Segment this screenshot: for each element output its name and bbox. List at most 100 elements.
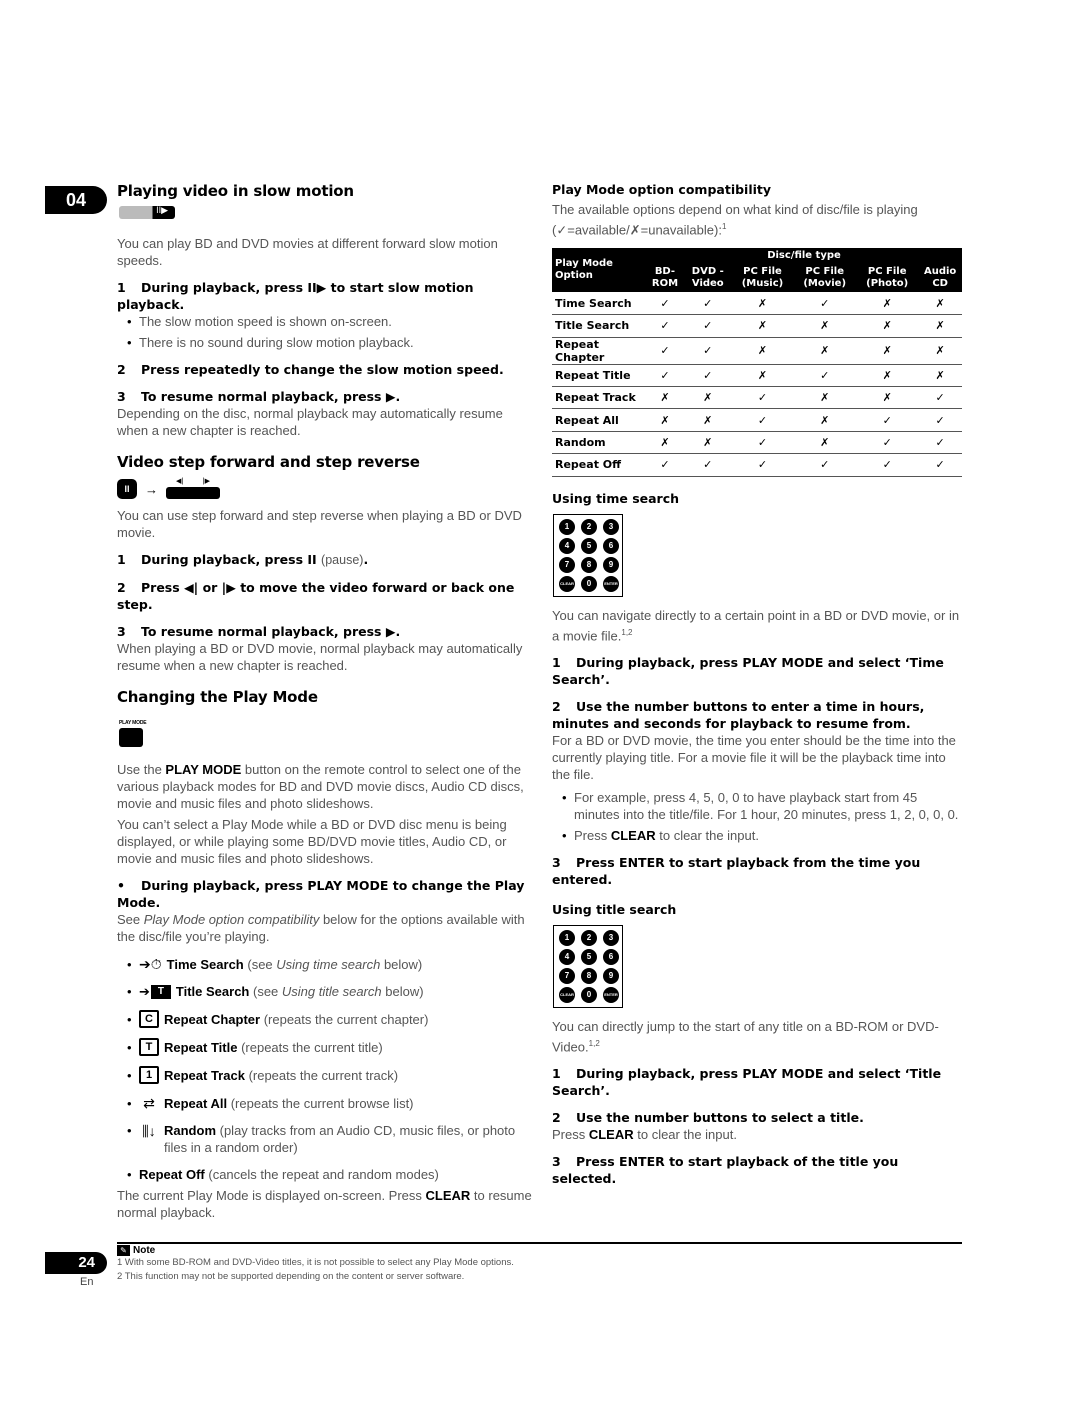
keypad-key: 2	[581, 929, 597, 946]
compatibility-legend: (✓=available/✗=unavailable):1	[552, 222, 727, 238]
unavailable-cross-icon: ✗	[918, 292, 962, 316]
unavailable-cross-icon: ✗	[793, 386, 857, 410]
mode-repeat-title: TRepeat Title (repeats the current title…	[117, 1038, 532, 1056]
unavailable-cross-icon: ✗	[683, 431, 732, 455]
available-check-icon: ✓	[731, 386, 794, 410]
keypad-key: 0	[581, 986, 597, 1003]
available-check-icon: ✓	[731, 431, 794, 455]
available-check-icon: ✓	[683, 364, 732, 388]
step-frame-step-1: 1 During playback, press II (pause).	[117, 552, 369, 567]
slow-motion-step-3-text: Depending on the disc, normal playback m…	[117, 406, 503, 438]
note-title: Note	[133, 1245, 156, 1256]
table-row: Time Search ✓ ✓ ✗ ✓ ✗ ✗	[552, 292, 962, 316]
pencil-note-icon: ✎	[117, 1245, 130, 1256]
unavailable-cross-icon: ✗	[683, 408, 732, 432]
title-search-intro: You can directly jump to the start of an…	[552, 1018, 939, 1055]
time-search-bullet: For example, press 4, 5, 0, 0 to have pl…	[552, 789, 962, 823]
unavailable-cross-icon: ✗	[731, 314, 794, 338]
step-frame-icons: II → ◀| |▶	[117, 477, 532, 501]
table-column-header: DVD -Video	[683, 264, 732, 293]
repeat-track-icon: 1	[139, 1066, 159, 1084]
unavailable-cross-icon: ✗	[646, 431, 684, 455]
number-keypad-icon: 1 2 3 4 5 6 7 8 9 CLEAR 0 ENTER	[553, 513, 623, 597]
keypad-key: 9	[603, 556, 619, 573]
step-forward-icon: |▶	[202, 478, 210, 485]
time-search-step-2: 2 Use the number buttons to enter a time …	[552, 698, 925, 731]
keypad-key: 2	[581, 518, 597, 535]
unavailable-cross-icon: ✗	[918, 337, 962, 365]
unavailable-cross-icon: ✗	[731, 337, 794, 365]
unavailable-cross-icon: ✗	[856, 314, 919, 338]
table-row: Title Search ✓ ✓ ✗ ✗ ✗ ✗	[552, 314, 962, 338]
keypad-key: 8	[581, 556, 597, 573]
play-mode-para-1: Use the PLAY MODE button on the remote c…	[117, 762, 524, 811]
slow-motion-button-icon: II▶	[119, 205, 175, 219]
keypad-key: 0	[581, 575, 597, 592]
unavailable-cross-icon: ✗	[646, 386, 684, 410]
repeat-title-icon: T	[139, 1038, 159, 1056]
keypad-key: 6	[603, 537, 619, 554]
time-search-bullet: Press CLEAR to clear the input.	[552, 827, 962, 844]
keypad-key: 1	[559, 929, 575, 946]
note-line: 2 This function may not be supported dep…	[117, 1271, 465, 1282]
slow-motion-step-1: 1 During playback, press II▶ to start slo…	[117, 280, 474, 312]
available-check-icon: ✓	[856, 408, 919, 432]
time-search-step-2-text: For a BD or DVD movie, the time you ente…	[552, 732, 956, 782]
table-row: Repeat Title ✓ ✓ ✗ ✓ ✗ ✗	[552, 364, 962, 388]
chapter-number-tab: 04	[45, 186, 107, 214]
row-label: Repeat Off	[552, 453, 646, 477]
mode-repeat-off: Repeat Off (cancels the repeat and rando…	[117, 1166, 532, 1183]
available-check-icon: ✓	[793, 364, 857, 388]
step-buttons-icon: ◀| |▶	[166, 478, 220, 499]
keypad-key: 7	[559, 967, 575, 984]
step-frame-heading: Video step forward and step reverse	[117, 453, 420, 471]
keypad-key: 1	[559, 518, 575, 535]
pause-button-icon: II	[117, 479, 137, 499]
title-search-icon: T	[150, 984, 171, 999]
available-check-icon: ✓	[731, 408, 794, 432]
time-search-heading: Using time search	[552, 490, 680, 506]
slow-motion-step-2: 2 Press repeatedly to change the slow mot…	[117, 362, 504, 377]
row-label: Repeat Chapter	[552, 337, 646, 365]
step-frame-step-2: 2 Press ◀| or |▶ to move the video forwar…	[117, 580, 515, 612]
note-line: 1 With some BD-ROM and DVD-Video titles,…	[117, 1257, 514, 1268]
mode-repeat-track: 1Repeat Track (repeats the current track…	[117, 1066, 532, 1084]
compatibility-table: Play Mode Option Disc/file type BD-ROM DV…	[552, 248, 962, 477]
slow-motion-heading: Playing video in slow motion	[117, 182, 354, 200]
compatibility-heading: Play Mode option compatibility	[552, 182, 772, 197]
step-reverse-icon: ◀|	[176, 478, 184, 485]
available-check-icon: ✓	[683, 314, 732, 338]
unavailable-cross-icon: ✗	[731, 292, 794, 316]
row-label: Time Search	[552, 292, 646, 316]
keypad-key: ENTER	[603, 575, 619, 592]
title-search-step-2: 2 Use the number buttons to select a titl…	[552, 1110, 864, 1126]
slow-motion-bullet: The slow motion speed is shown on-screen…	[117, 313, 532, 330]
play-mode-para-2: You can’t select a Play Mode while a BD …	[117, 817, 507, 866]
row-label: Title Search	[552, 314, 646, 338]
unavailable-cross-icon: ✗	[793, 431, 857, 455]
title-search-step-1: 1 During playback, press PLAY MODE and se…	[552, 1066, 942, 1099]
slow-motion-bullet: There is no sound during slow motion pla…	[117, 334, 532, 351]
keypad-key: ENTER	[603, 986, 619, 1003]
unavailable-cross-icon: ✗	[646, 408, 684, 432]
play-mode-list: ➔⏱Time Search (see Using time search bel…	[117, 955, 532, 1184]
note-divider	[117, 1242, 962, 1244]
table-row: Repeat Track ✗ ✗ ✓ ✗ ✗ ✓	[552, 386, 962, 410]
number-keypad-icon: 1 2 3 4 5 6 7 8 9 CLEAR 0 ENTER	[553, 924, 623, 1008]
repeat-all-icon: ⇄	[143, 1095, 155, 1111]
available-check-icon: ✓	[856, 453, 919, 477]
keypad-key: 4	[559, 948, 575, 965]
play-mode-footer: The current Play Mode is displayed on-sc…	[117, 1188, 532, 1220]
available-check-icon: ✓	[646, 453, 684, 477]
unavailable-cross-icon: ✗	[793, 408, 857, 432]
table-row: Repeat All ✗ ✗ ✓ ✗ ✓ ✓	[552, 408, 962, 432]
unavailable-cross-icon: ✗	[856, 386, 919, 410]
time-search-icon: ➔⏱	[139, 956, 162, 972]
compatibility-intro: The available options depend on what kin…	[552, 202, 918, 217]
repeat-chapter-icon: C	[139, 1010, 159, 1028]
step-frame-step-3-text: When playing a BD or DVD movie, normal p…	[117, 641, 523, 673]
table-column-header: PC File (Movie)	[793, 264, 857, 293]
available-check-icon: ✓	[918, 386, 962, 410]
play-mode-instruction: • During playback, press PLAY MODE to cha…	[117, 878, 525, 910]
keypad-key: 3	[603, 518, 619, 535]
